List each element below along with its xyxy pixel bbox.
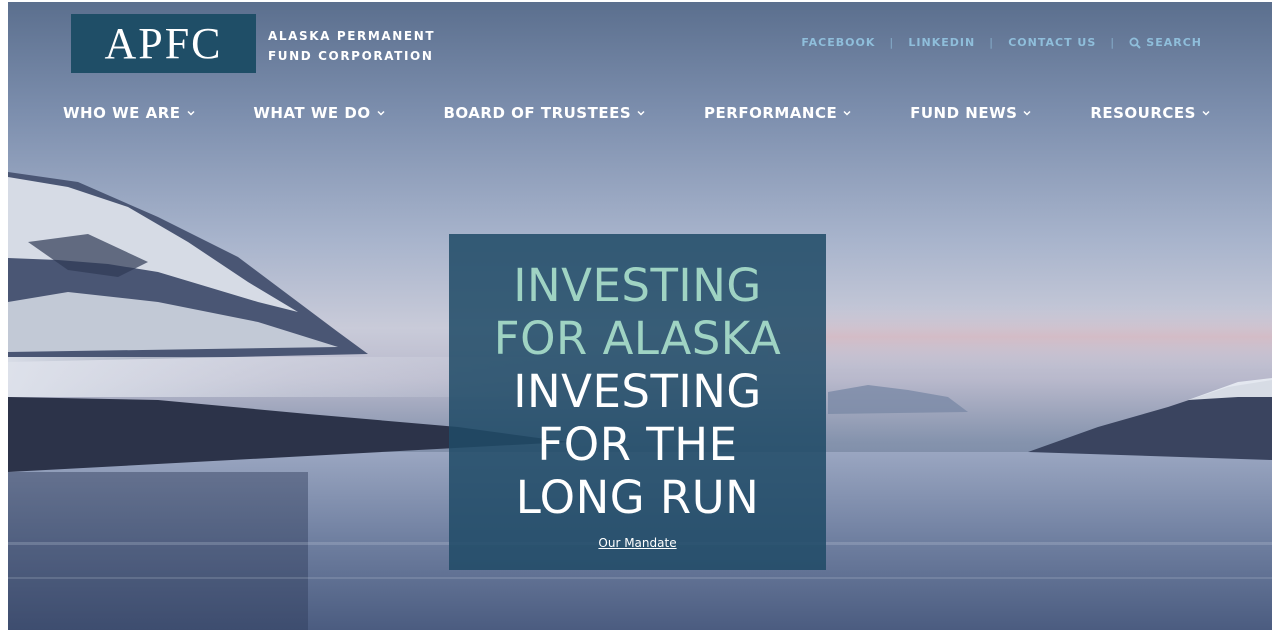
linkedin-link[interactable]: LINKEDIN	[908, 36, 975, 49]
logo-wordmark[interactable]: ALASKA PERMANENT FUND CORPORATION	[268, 26, 435, 66]
facebook-link[interactable]: FACEBOOK	[801, 36, 875, 49]
nav-label: BOARD OF TRUSTEES	[443, 104, 632, 122]
headline-line: INVESTING	[513, 259, 762, 312]
nav-board-of-trustees[interactable]: BOARD OF TRUSTEES	[444, 104, 646, 122]
nav-performance[interactable]: PERFORMANCE	[704, 104, 851, 122]
nav-label: WHO WE ARE	[63, 104, 181, 122]
headline-line: FOR THE	[537, 418, 738, 471]
hero-section: APFC ALASKA PERMANENT FUND CORPORATION F…	[8, 2, 1272, 630]
logo-line-1: ALASKA PERMANENT	[268, 29, 436, 43]
main-nav: WHO WE ARE WHAT WE DO BOARD OF TRUSTEES …	[63, 104, 1210, 122]
logo-line-2: FUND CORPORATION	[268, 49, 434, 63]
nav-label: WHAT WE DO	[253, 104, 371, 122]
search-link[interactable]: SEARCH	[1129, 36, 1202, 49]
chevron-down-icon	[637, 110, 645, 116]
headline-line: INVESTING	[513, 365, 762, 418]
nav-label: FUND NEWS	[910, 104, 1018, 122]
headline-line: FOR ALASKA	[493, 312, 782, 365]
chevron-down-icon	[843, 110, 851, 116]
chevron-down-icon	[186, 110, 195, 116]
nav-fund-news[interactable]: FUND NEWS	[910, 104, 1031, 122]
contact-us-link[interactable]: CONTACT US	[1008, 36, 1096, 49]
chevron-down-icon	[377, 110, 385, 116]
apfc-logo[interactable]: APFC	[71, 14, 256, 73]
chevron-down-icon	[1023, 110, 1031, 116]
nav-who-we-are[interactable]: WHO WE ARE	[63, 104, 195, 122]
our-mandate-link[interactable]: Our Mandate	[598, 536, 676, 550]
nav-what-we-do[interactable]: WHAT WE DO	[253, 104, 385, 122]
nav-label: RESOURCES	[1090, 104, 1196, 122]
divider: |	[1110, 36, 1116, 49]
nav-resources[interactable]: RESOURCES	[1090, 104, 1210, 122]
utility-nav: FACEBOOK | LINKEDIN | CONTACT US | SEARC…	[801, 36, 1202, 49]
chevron-down-icon	[1202, 110, 1210, 116]
divider: |	[989, 36, 995, 49]
headline-line: LONG RUN	[515, 471, 760, 524]
hero-callout: INVESTING FOR ALASKA INVESTING FOR THE L…	[449, 234, 826, 570]
divider: |	[889, 36, 895, 49]
search-label: SEARCH	[1146, 36, 1202, 49]
nav-label: PERFORMANCE	[704, 104, 838, 122]
hero-headline: INVESTING FOR ALASKA INVESTING FOR THE L…	[494, 259, 782, 524]
search-icon	[1129, 37, 1142, 49]
